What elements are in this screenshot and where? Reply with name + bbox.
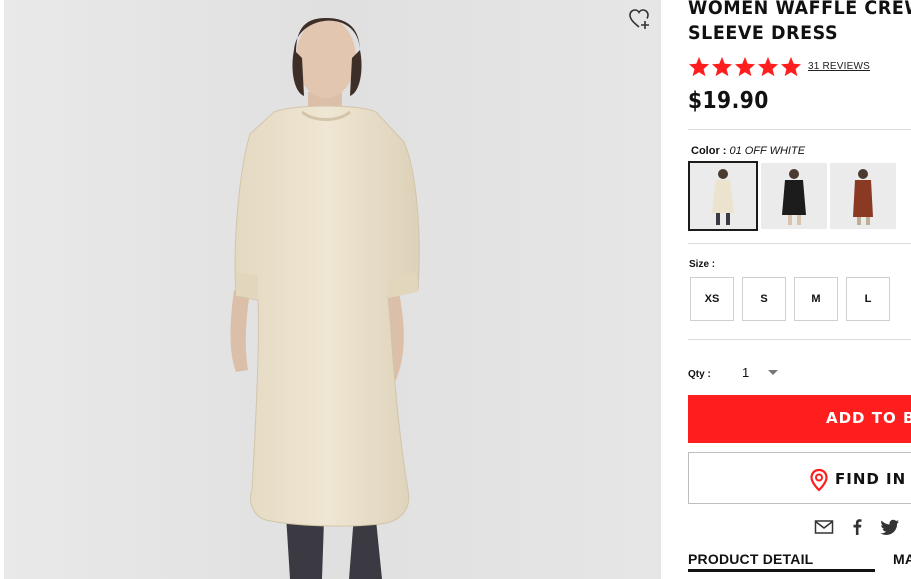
size-option-l[interactable]: L [846, 277, 890, 321]
rating-stars [688, 56, 802, 77]
color-swatches [688, 161, 896, 231]
find-in-store-button[interactable]: FIND IN ST [688, 452, 911, 504]
divider [688, 243, 911, 244]
product-title: WOMEN WAFFLE CREW SLEEVE DRESS [688, 0, 911, 46]
facebook-icon[interactable] [847, 518, 867, 536]
color-swatch-black[interactable] [761, 163, 827, 229]
color-swatch-brown[interactable] [830, 163, 896, 229]
tab-product-detail[interactable]: PRODUCT DETAIL [688, 551, 813, 567]
product-title-line-1: WOMEN WAFFLE CREW [688, 0, 911, 19]
quantity-select[interactable]: 1 [734, 363, 778, 383]
location-pin-icon [810, 468, 828, 492]
add-to-bag-label: ADD TO BA [826, 409, 911, 427]
product-title-line-2: SLEEVE DRESS [688, 22, 839, 44]
share-icons [814, 518, 900, 536]
product-info-panel: WOMEN WAFFLE CREW SLEEVE DRESS 31 REVIEW… [688, 0, 911, 579]
star-icon [780, 56, 802, 76]
color-swatch-off-white[interactable] [688, 161, 758, 231]
size-option-m[interactable]: M [794, 277, 838, 321]
quantity-value: 1 [742, 365, 750, 380]
chevron-down-icon [768, 370, 778, 375]
product-image [4, 0, 661, 579]
model-photo [4, 0, 661, 579]
star-icon [711, 56, 733, 76]
active-tab-indicator [688, 569, 875, 572]
star-icon [688, 56, 710, 76]
add-to-bag-button[interactable]: ADD TO BA [688, 395, 911, 443]
find-in-store-label: FIND IN ST [835, 470, 911, 488]
size-label: Size : [689, 259, 716, 270]
color-label: Color : [691, 145, 727, 157]
product-price: $19.90 [688, 88, 769, 114]
quantity-label: Qty : [688, 369, 711, 380]
product-rating: 31 REVIEWS [688, 55, 870, 77]
size-options: XS S M L [690, 277, 890, 321]
reviews-link[interactable]: 31 REVIEWS [808, 61, 870, 72]
size-option-xs[interactable]: XS [690, 277, 734, 321]
color-value: 01 OFF WHITE [729, 145, 806, 157]
mail-icon[interactable] [814, 518, 834, 536]
tab-materials[interactable]: MA [893, 551, 911, 567]
divider [688, 339, 911, 340]
star-icon [757, 56, 779, 76]
divider [688, 129, 911, 130]
product-tabs: PRODUCT DETAIL MA [688, 547, 911, 573]
wishlist-add-icon[interactable] [628, 8, 652, 30]
star-icon [734, 56, 756, 76]
size-option-s[interactable]: S [742, 277, 786, 321]
twitter-icon[interactable] [880, 518, 900, 536]
color-selection-label: Color :01 OFF WHITE [691, 145, 805, 157]
